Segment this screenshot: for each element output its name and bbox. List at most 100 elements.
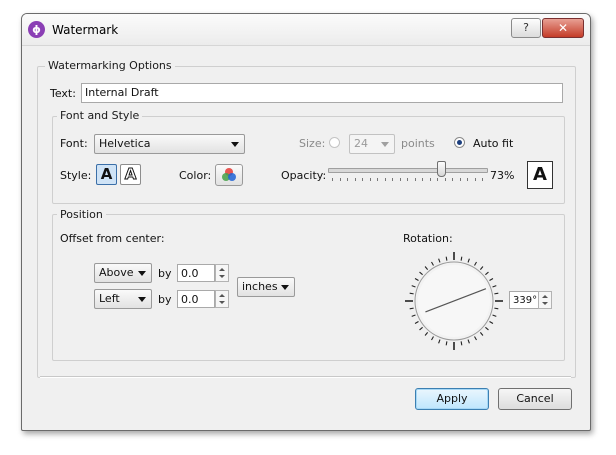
apply-button[interactable]: Apply <box>415 388 489 410</box>
opacity-slider-tick <box>332 178 333 181</box>
rotation-dial-tick <box>424 266 429 270</box>
opacity-slider-tick <box>407 178 408 181</box>
rotation-dial-tick <box>467 258 470 263</box>
opacity-slider-tick <box>377 178 378 181</box>
vertical-direction-value: Above <box>99 266 134 279</box>
rotation-dial[interactable] <box>404 251 504 351</box>
rotation-stepper[interactable] <box>538 291 552 309</box>
rotation-dial-tick <box>445 256 448 261</box>
up-arrow-icon[interactable] <box>219 268 225 271</box>
title-bar[interactable]: ϕ Watermark ? ✕ <box>22 14 590 46</box>
chevron-down-icon <box>381 142 389 147</box>
close-button[interactable]: ✕ <box>542 18 584 38</box>
dialog-title: Watermark <box>52 23 119 37</box>
autofit-label[interactable]: Auto fit <box>473 137 513 150</box>
rotation-dial-tick <box>414 321 419 324</box>
rotation-dial-tick <box>494 292 499 295</box>
opacity-slider-tick <box>415 178 416 181</box>
font-style-group <box>52 116 565 204</box>
rotation-dial-tick <box>485 271 489 276</box>
opacity-slider-track[interactable] <box>328 168 488 173</box>
rotation-dial-tick <box>445 341 448 346</box>
color-wheel-icon <box>222 168 236 181</box>
font-dropdown-value: Helvetica <box>99 137 151 150</box>
autofit-radio[interactable] <box>454 137 465 148</box>
opacity-slider-tick <box>340 178 341 181</box>
opacity-slider-tick <box>430 178 431 181</box>
rotation-dial-tick <box>492 285 497 288</box>
opacity-slider-thumb[interactable] <box>437 161 446 177</box>
rotation-dial-tick <box>438 258 441 263</box>
offset-label: Offset from center: <box>60 232 165 245</box>
horizontal-offset-stepper[interactable] <box>215 290 229 308</box>
rotation-dial-tick <box>474 336 477 341</box>
rotation-dial-tick <box>409 307 414 310</box>
points-label: points <box>401 137 435 150</box>
cancel-button[interactable]: Cancel <box>498 388 572 410</box>
vertical-offset-input[interactable]: 0.0 <box>177 264 215 282</box>
vertical-offset-stepper[interactable] <box>215 264 229 282</box>
opacity-label: Opacity: <box>281 169 327 182</box>
style-outline-button[interactable]: A <box>120 164 141 185</box>
horizontal-direction-dropdown[interactable]: Left <box>94 289 152 309</box>
units-dropdown[interactable]: inches <box>237 277 295 297</box>
opacity-slider-tick <box>392 178 393 181</box>
footer-separator <box>40 376 571 378</box>
style-filled-button[interactable]: A <box>96 164 117 185</box>
help-button[interactable]: ? <box>511 18 541 38</box>
horizontal-by-label: by <box>158 293 172 306</box>
style-preview: A <box>527 161 553 189</box>
watermark-text-input[interactable]: Internal Draft <box>81 83 563 103</box>
color-label: Color: <box>179 169 212 182</box>
opacity-value: 73% <box>490 169 515 182</box>
rotation-dial-tick <box>489 321 494 324</box>
opacity-slider-tick <box>422 178 423 181</box>
opacity-slider-tick <box>437 178 438 181</box>
opacity-slider-tick <box>475 178 476 181</box>
rotation-dial-tick <box>414 278 419 281</box>
rotation-label: Rotation: <box>403 232 453 245</box>
app-logo-icon: ϕ <box>28 21 45 38</box>
color-picker-button[interactable] <box>215 164 243 186</box>
down-arrow-icon[interactable] <box>219 301 225 304</box>
chevron-down-icon <box>138 297 146 302</box>
watermarking-options-label: Watermarking Options <box>45 59 175 72</box>
up-arrow-icon[interactable] <box>219 294 225 297</box>
vertical-direction-dropdown[interactable]: Above <box>94 263 152 283</box>
opacity-slider-tick <box>370 178 371 181</box>
horizontal-offset-input[interactable]: 0.0 <box>177 290 215 308</box>
opacity-slider[interactable] <box>328 160 488 184</box>
size-label: Size: <box>299 137 326 150</box>
position-label: Position <box>57 208 106 221</box>
rotation-dial-tick <box>485 326 489 331</box>
opacity-slider-tick <box>355 178 356 181</box>
rotation-dial-tick <box>419 271 423 276</box>
chevron-down-icon <box>281 285 289 290</box>
rotation-dial-tick <box>479 332 484 336</box>
rotation-dial-tick <box>419 326 423 331</box>
font-style-label: Font and Style <box>57 109 143 122</box>
opacity-slider-tick <box>385 178 386 181</box>
chevron-down-icon <box>231 142 239 147</box>
rotation-dial-tick <box>467 339 470 344</box>
rotation-dial-tick <box>424 332 429 336</box>
rotation-dial-tick <box>438 339 441 344</box>
size-radio[interactable] <box>329 137 340 148</box>
watermark-dialog: ϕ Watermark ? ✕ Watermarking Options Tex… <box>21 13 591 431</box>
down-arrow-icon[interactable] <box>542 302 548 305</box>
horizontal-direction-value: Left <box>99 292 120 305</box>
opacity-slider-tick <box>362 178 363 181</box>
rotation-dial-tick <box>479 266 484 270</box>
chevron-down-icon <box>138 271 146 276</box>
rotation-input[interactable]: 339° <box>509 291 539 309</box>
rotation-dial-tick <box>409 292 414 295</box>
rotation-dial-tick <box>494 307 499 310</box>
size-dropdown[interactable]: 24 <box>349 134 395 154</box>
rotation-dial-tick <box>474 261 477 266</box>
font-dropdown[interactable]: Helvetica <box>94 134 245 154</box>
down-arrow-icon[interactable] <box>219 275 225 278</box>
up-arrow-icon[interactable] <box>542 295 548 298</box>
opacity-slider-tick <box>467 178 468 181</box>
style-label: Style: <box>60 169 92 182</box>
rotation-dial-tick <box>492 314 497 317</box>
